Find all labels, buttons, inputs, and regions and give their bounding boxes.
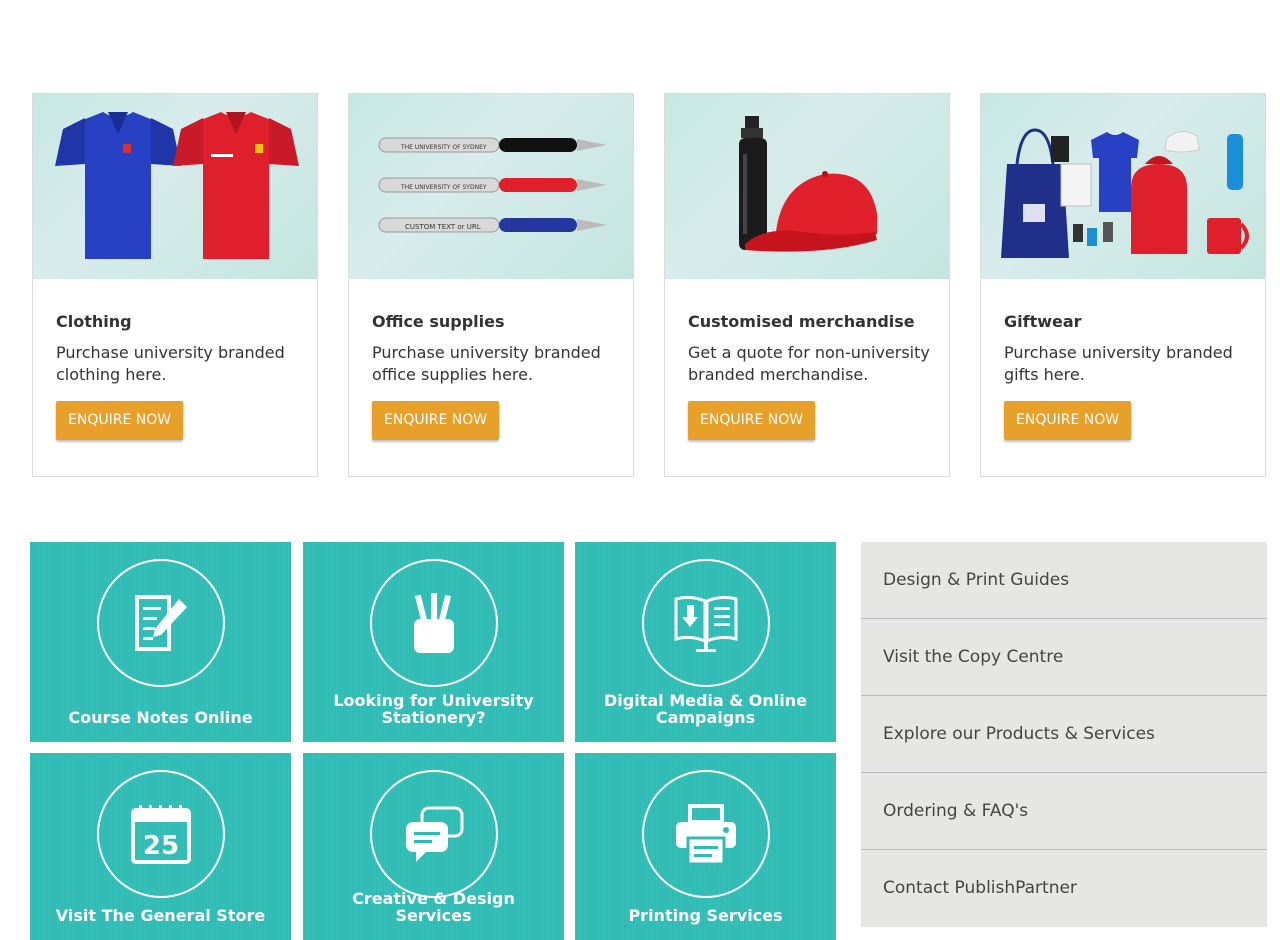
product-title: Clothing [56, 312, 132, 331]
bottle-and-cap-image [665, 94, 949, 279]
product-description: Get a quote for non-university branded m… [688, 343, 930, 384]
enquire-now-button-giftwear[interactable]: ENQUIRE NOW [1004, 401, 1132, 440]
pen-imprint: CUSTOM TEXT or URL [405, 223, 481, 231]
icon-ring: 25 [97, 770, 225, 898]
product-description: Purchase university branded office suppl… [372, 343, 601, 384]
product-card-giftwear: Giftwear Purchase university branded gif… [980, 93, 1266, 477]
tile-label: Visit The General Store [55, 906, 266, 925]
pens-image: THE UNIVERSITY OF SYDNEY THE UNIVERSITY … [349, 94, 633, 279]
side-menu-explore-products[interactable]: Explore our Products & Services [861, 696, 1267, 773]
tile-digital-media[interactable]: Digital Media & Online Campaigns [575, 542, 836, 742]
product-description: Purchase university branded gifts here. [1004, 343, 1233, 384]
side-menu-design-print-guides[interactable]: Design & Print Guides [861, 542, 1267, 619]
notes-pencil-icon [135, 595, 187, 651]
pen-imprint: THE UNIVERSITY OF SYDNEY [400, 184, 487, 191]
tile-creative-design[interactable]: Creative & Design Services [303, 753, 564, 940]
pen-imprint: THE UNIVERSITY OF SYDNEY [400, 144, 487, 151]
side-menu-ordering-faqs[interactable]: Ordering & FAQ's [861, 773, 1267, 850]
chat-bubbles-icon [406, 806, 464, 862]
enquire-now-button-clothing[interactable]: ENQUIRE NOW [56, 401, 184, 440]
tile-label: Creative & Design Services [352, 889, 515, 925]
product-card-customised-merchandise: Customised merchandise Get a quote for n… [664, 93, 950, 477]
tile-printing-services[interactable]: Printing Services [575, 753, 836, 940]
tile-university-stationery[interactable]: Looking for University Stationery? [303, 542, 564, 742]
side-menu-visit-copy-centre[interactable]: Visit the Copy Centre [861, 619, 1267, 696]
gift-collection-image [981, 94, 1265, 279]
calendar-day: 25 [143, 831, 179, 861]
icon-ring [370, 559, 498, 687]
product-title: Customised merchandise [688, 312, 915, 331]
product-card-office-supplies: THE UNIVERSITY OF SYDNEY THE UNIVERSITY … [348, 93, 634, 477]
pencil-cup-icon [414, 593, 454, 653]
enquire-now-button-customised-merchandise[interactable]: ENQUIRE NOW [688, 401, 816, 440]
product-title: Giftwear [1004, 312, 1082, 331]
tile-label: Looking for University Stationery? [333, 691, 534, 727]
side-menu: Design & Print Guides Visit the Copy Cen… [861, 542, 1267, 927]
icon-ring [642, 559, 770, 687]
tile-course-notes-online[interactable]: Course Notes Online [30, 542, 291, 742]
product-title: Office supplies [372, 312, 505, 331]
icon-ring [642, 770, 770, 898]
product-description: Purchase university branded clothing her… [56, 343, 285, 384]
digital-book-icon [674, 595, 738, 652]
tile-general-store[interactable]: 25 Visit The General Store [30, 753, 291, 940]
enquire-now-button-office-supplies[interactable]: ENQUIRE NOW [372, 401, 500, 440]
tile-label: Digital Media & Online Campaigns [603, 691, 807, 727]
polo-shirts-image [33, 94, 317, 279]
side-menu-contact[interactable]: Contact PublishPartner [861, 850, 1267, 927]
tile-label: Course Notes Online [68, 708, 253, 727]
calendar-icon: 25 [131, 805, 191, 864]
printer-icon [676, 804, 736, 866]
tile-label: Printing Services [628, 906, 783, 925]
product-card-clothing: Clothing Purchase university branded clo… [32, 93, 318, 477]
icon-ring [97, 559, 225, 687]
icon-ring [370, 770, 498, 898]
product-cards: Clothing Purchase university branded clo… [32, 93, 1266, 477]
